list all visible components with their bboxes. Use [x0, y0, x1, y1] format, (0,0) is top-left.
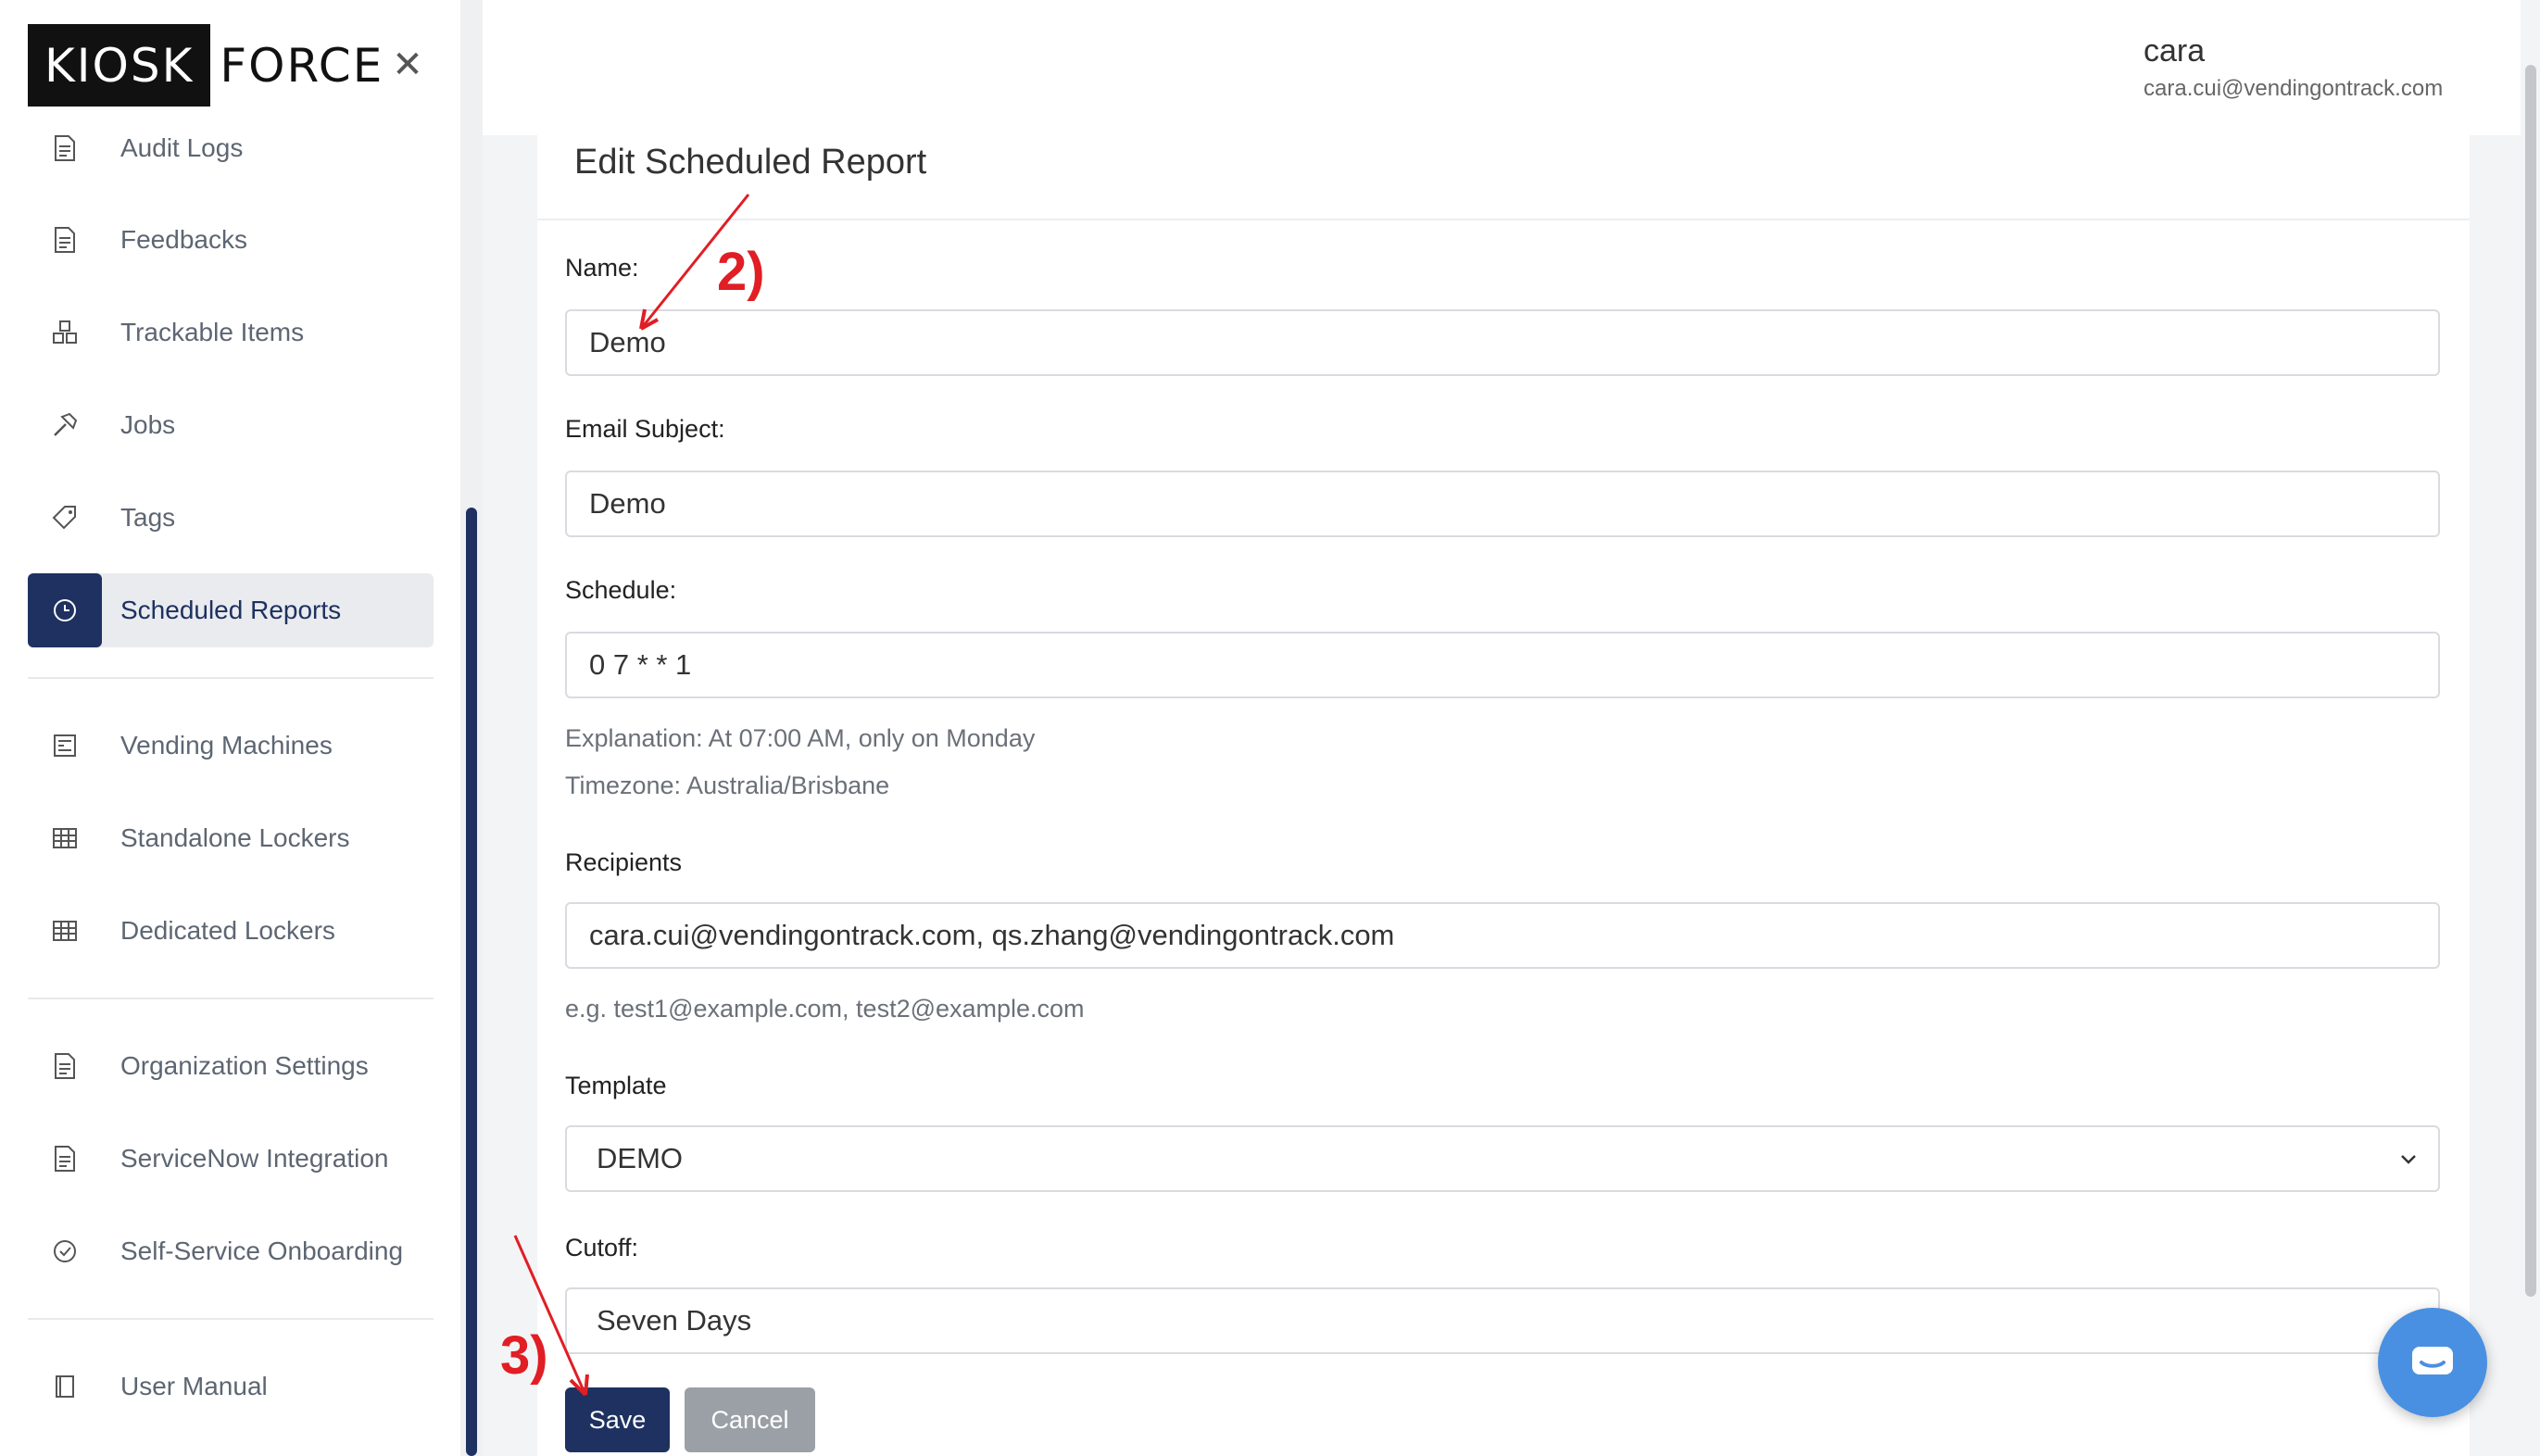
sidebar-item-label: Feedbacks: [120, 225, 247, 254]
template-label: Template: [565, 1072, 667, 1099]
boxes-icon: [28, 295, 102, 370]
annotation-step-2: 2): [717, 242, 765, 302]
cutoff-selected-value: Seven Days: [597, 1304, 752, 1337]
cutoff-select[interactable]: Seven Days: [565, 1287, 2440, 1354]
sidebar-item-feedbacks[interactable]: Feedbacks: [28, 203, 434, 277]
sidebar-divider: [28, 1318, 434, 1320]
book-icon: [28, 1349, 102, 1424]
logo-force: FORCE: [220, 38, 384, 93]
cancel-button[interactable]: Cancel: [685, 1387, 815, 1452]
sidebar-item-label: Vending Machines: [120, 731, 333, 759]
page-title: Edit Scheduled Report: [574, 143, 927, 182]
grid-icon: [28, 801, 102, 875]
sidebar-item-label: Trackable Items: [120, 318, 305, 346]
document-icon: [28, 203, 102, 277]
logo-kiosk: KIOSK: [28, 24, 211, 107]
grid-icon: [28, 894, 102, 968]
recipients-input[interactable]: cara.cui@vendingontrack.com, qs.zhang@ve…: [565, 902, 2440, 969]
sidebar-item-label: User Manual: [120, 1372, 268, 1400]
user-name[interactable]: cara: [2144, 33, 2205, 69]
check-circle-icon: [28, 1214, 102, 1288]
schedule-explanation: Explanation: At 07:00 AM, only on Monday: [565, 724, 1036, 752]
sidebar: KIOSK FORCE ✕ Audit Logs Feedbacks Track…: [0, 0, 460, 1456]
sidebar-item-scheduled-reports[interactable]: Scheduled Reports: [28, 573, 434, 647]
sidebar-item-standalone-lockers[interactable]: Standalone Lockers: [28, 801, 434, 875]
sidebar-item-user-manual[interactable]: User Manual: [28, 1349, 434, 1424]
sidebar-divider: [28, 677, 434, 679]
chat-bubble-icon: [2412, 1347, 2453, 1374]
hammer-icon: [28, 388, 102, 462]
sidebar-item-label: Tags: [120, 503, 176, 532]
sidebar-item-organization-settings[interactable]: Organization Settings: [28, 1029, 434, 1103]
schedule-timezone: Timezone: Australia/Brisbane: [565, 772, 890, 799]
schedule-input[interactable]: 0 7 * * 1: [565, 632, 2440, 698]
sidebar-item-label: Organization Settings: [120, 1051, 369, 1080]
sidebar-item-label: Dedicated Lockers: [120, 916, 335, 945]
sidebar-item-dedicated-lockers[interactable]: Dedicated Lockers: [28, 894, 434, 968]
title-divider: [537, 219, 2470, 220]
name-input[interactable]: Demo: [565, 309, 2440, 376]
recipients-label: Recipients: [565, 848, 683, 876]
sidebar-item-label: Audit Logs: [120, 133, 244, 162]
sidebar-item-label: ServiceNow Integration: [120, 1144, 389, 1173]
template-selected-value: DEMO: [597, 1142, 683, 1174]
sidebar-item-jobs[interactable]: Jobs: [28, 388, 434, 462]
sidebar-item-trackable-items[interactable]: Trackable Items: [28, 295, 434, 370]
sidebar-item-self-service-onboarding[interactable]: Self-Service Onboarding: [28, 1214, 434, 1288]
document-icon: [28, 111, 102, 185]
edit-report-card: Edit Scheduled Report Name: Demo Email S…: [537, 135, 2470, 1456]
sidebar-item-label: Standalone Lockers: [120, 823, 350, 852]
chat-widget-button[interactable]: [2378, 1308, 2487, 1417]
schedule-label: Schedule:: [565, 576, 677, 604]
document-icon: [28, 1029, 102, 1103]
sidebar-item-label: Jobs: [120, 410, 176, 439]
sidebar-item-audit-logs[interactable]: Audit Logs: [28, 111, 434, 185]
sidebar-item-vending-machines[interactable]: Vending Machines: [28, 709, 434, 783]
top-header: [483, 0, 2521, 135]
template-select[interactable]: DEMO: [565, 1125, 2440, 1192]
main-scrollbar-thumb[interactable]: [2525, 65, 2536, 1297]
save-button[interactable]: Save: [565, 1387, 670, 1452]
cutoff-label: Cutoff:: [565, 1234, 639, 1261]
sidebar-item-tags[interactable]: Tags: [28, 481, 434, 555]
sidebar-scrollbar-thumb[interactable]: [466, 508, 477, 1456]
email-subject-input[interactable]: Demo: [565, 471, 2440, 537]
sidebar-divider: [28, 998, 434, 999]
tag-icon: [28, 481, 102, 555]
user-email: cara.cui@vendingontrack.com: [2144, 76, 2444, 101]
email-subject-label: Email Subject:: [565, 415, 725, 443]
machine-icon: [28, 709, 102, 783]
recipients-hint: e.g. test1@example.com, test2@example.co…: [565, 995, 1085, 1023]
sidebar-item-servicenow-integration[interactable]: ServiceNow Integration: [28, 1122, 434, 1196]
close-sidebar-icon[interactable]: ✕: [387, 44, 428, 85]
sidebar-item-label: Self-Service Onboarding: [120, 1236, 404, 1265]
name-label: Name:: [565, 254, 639, 282]
chevron-down-icon: [2401, 1155, 2416, 1164]
annotation-step-3: 3): [500, 1325, 548, 1386]
kioskforce-logo[interactable]: KIOSK FORCE: [28, 24, 384, 107]
sidebar-item-label: Scheduled Reports: [120, 596, 342, 624]
document-icon: [28, 1122, 102, 1196]
clock-icon: [28, 573, 102, 647]
